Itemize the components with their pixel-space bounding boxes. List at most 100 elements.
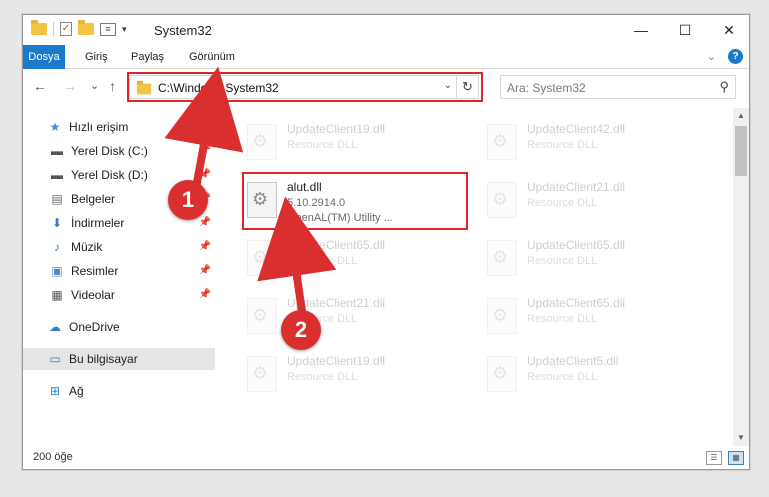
quick-access-toolbar: ✓ ≡ ▾ bbox=[31, 20, 127, 36]
dll-file-icon bbox=[487, 356, 517, 392]
file-description: Resource DLL bbox=[287, 255, 358, 267]
customize-toolbar-icon[interactable]: ≡ bbox=[100, 22, 116, 36]
sidebar-item-label: Yerel Disk (D:) bbox=[71, 168, 148, 182]
pin-icon[interactable]: 📌 bbox=[199, 169, 211, 180]
sidebar-item-label: OneDrive bbox=[69, 320, 120, 334]
sidebar-item-onedrive[interactable]: ☁ OneDrive bbox=[47, 316, 239, 338]
network-icon: ⊞ bbox=[49, 384, 61, 398]
large-icons-view-icon[interactable]: ▦ bbox=[728, 451, 744, 465]
file-list: UpdateClient19.dll Resource DLL UpdateCl… bbox=[235, 108, 733, 446]
dll-file-icon bbox=[487, 298, 517, 334]
navigation-pane: ★ Hızlı erişim ▬ Yerel Disk (C:) 📌 ▬ Yer… bbox=[23, 108, 215, 446]
file-item[interactable]: UpdateClient65.dll Resource DLL bbox=[241, 232, 461, 288]
ribbon-tabs: Dosya Giriş Paylaş Görünüm ⌄ ? bbox=[23, 45, 749, 69]
drive-icon: ▬ bbox=[51, 144, 63, 158]
forward-button[interactable]: → bbox=[63, 78, 77, 94]
expand-ribbon-icon[interactable]: ⌄ bbox=[707, 50, 716, 63]
drive-icon: ▬ bbox=[51, 168, 63, 182]
sidebar-item-label: İndirmeler bbox=[71, 216, 125, 230]
explorer-window: ✓ ≡ ▾ System32 — ☐ ✕ Dosya Giriş Paylaş … bbox=[22, 14, 750, 470]
up-button[interactable]: ↑ bbox=[109, 78, 116, 94]
dll-file-icon bbox=[247, 298, 277, 334]
pin-icon[interactable]: 📌 bbox=[199, 241, 211, 252]
sidebar-item-local-disk-c[interactable]: ▬ Yerel Disk (C:) 📌 bbox=[49, 140, 215, 162]
status-bar: 200 öğe ☰ ▦ bbox=[23, 446, 749, 469]
sidebar-item-label: Belgeler bbox=[71, 192, 116, 206]
file-name: UpdateClient65.dll bbox=[287, 238, 386, 252]
toolbar-divider bbox=[53, 22, 54, 36]
file-name: UpdateClient19.dll bbox=[287, 354, 386, 368]
close-button[interactable]: ✕ bbox=[707, 15, 749, 45]
scroll-thumb[interactable] bbox=[735, 126, 747, 176]
help-icon[interactable]: ? bbox=[728, 49, 743, 64]
file-description: Resource DLL bbox=[527, 139, 598, 151]
file-description: Resource DLL bbox=[527, 371, 598, 383]
navigation-bar: ← → ⌄ ↑ C:\Windows\System32 ⌄ ↻ Ara: Sys… bbox=[23, 70, 749, 104]
file-name: UpdateClient42.dll bbox=[527, 122, 626, 136]
sidebar-item-label: Videolar bbox=[71, 288, 115, 302]
music-icon: ♪ bbox=[54, 240, 60, 254]
file-description: Resource DLL bbox=[527, 197, 598, 209]
sidebar-item-pictures[interactable]: ▣ Resimler 📌 bbox=[49, 260, 215, 282]
file-item[interactable]: UpdateClient19.dll Resource DLL bbox=[241, 348, 461, 404]
sidebar-item-music[interactable]: ♪ Müzik 📌 bbox=[49, 236, 215, 258]
sidebar-item-label: Hızlı erişim bbox=[69, 120, 129, 134]
pin-icon[interactable]: 📌 bbox=[199, 265, 211, 276]
tab-file[interactable]: Dosya bbox=[23, 45, 65, 69]
file-highlight-box bbox=[242, 172, 468, 230]
tab-view[interactable]: Görünüm bbox=[189, 45, 235, 69]
pin-icon[interactable]: 📌 bbox=[199, 145, 211, 156]
dll-file-icon bbox=[487, 182, 517, 218]
pictures-icon: ▣ bbox=[51, 264, 63, 278]
pin-icon[interactable]: 📌 bbox=[199, 289, 211, 300]
file-item[interactable]: UpdateClient21.dll Resource DLL bbox=[481, 174, 701, 230]
vertical-scrollbar[interactable]: ▲ ▼ bbox=[733, 108, 749, 446]
new-folder-icon[interactable] bbox=[78, 20, 94, 35]
sidebar-item-label: Bu bilgisayar bbox=[69, 352, 138, 366]
back-button[interactable]: ← bbox=[33, 78, 47, 94]
file-description: Resource DLL bbox=[287, 371, 358, 383]
file-item[interactable]: UpdateClient21.dll Resource DLL bbox=[241, 290, 461, 346]
document-icon: ▤ bbox=[51, 192, 63, 206]
search-input[interactable]: Ara: System32 ⚲ bbox=[500, 75, 736, 99]
file-item[interactable]: UpdateClient65.dll Resource DLL bbox=[481, 232, 701, 288]
sidebar-item-quick-access[interactable]: ★ Hızlı erişim bbox=[47, 116, 239, 138]
folder-icon bbox=[31, 20, 47, 35]
file-item[interactable]: UpdateClient65.dll Resource DLL bbox=[481, 290, 701, 346]
tab-home[interactable]: Giriş bbox=[85, 45, 108, 69]
computer-icon: ▭ bbox=[49, 352, 61, 366]
sidebar-item-this-pc[interactable]: ▭ Bu bilgisayar bbox=[23, 348, 215, 370]
chevron-down-icon[interactable]: ▾ bbox=[122, 24, 127, 35]
pin-icon[interactable]: 📌 bbox=[199, 217, 211, 228]
star-icon: ★ bbox=[49, 120, 61, 134]
search-placeholder: Ara: System32 bbox=[507, 81, 586, 95]
file-item[interactable]: UpdateClient5.dll Resource DLL bbox=[481, 348, 701, 404]
dll-file-icon bbox=[487, 124, 517, 160]
dll-file-icon bbox=[247, 356, 277, 392]
minimize-button[interactable]: — bbox=[619, 15, 663, 45]
sidebar-item-label: Yerel Disk (C:) bbox=[71, 144, 148, 158]
sidebar-item-videos[interactable]: ▦ Videolar 📌 bbox=[49, 284, 215, 306]
file-description: Resource DLL bbox=[527, 313, 598, 325]
file-name: UpdateClient21.dll bbox=[527, 180, 626, 194]
file-item[interactable]: UpdateClient42.dll Resource DLL bbox=[481, 116, 701, 172]
file-name: UpdateClient65.dll bbox=[527, 238, 626, 252]
recent-locations-button[interactable]: ⌄ bbox=[90, 79, 99, 92]
scroll-down-icon[interactable]: ▼ bbox=[733, 430, 749, 446]
sidebar-item-network[interactable]: ⊞ Ağ bbox=[47, 380, 239, 402]
dll-file-icon bbox=[247, 124, 277, 160]
maximize-button[interactable]: ☐ bbox=[663, 15, 707, 45]
step-badge-2: 2 bbox=[281, 310, 321, 350]
file-name: UpdateClient5.dll bbox=[527, 354, 619, 368]
file-name: UpdateClient65.dll bbox=[527, 296, 626, 310]
scroll-up-icon[interactable]: ▲ bbox=[733, 108, 749, 124]
dll-file-icon bbox=[247, 240, 277, 276]
tab-share[interactable]: Paylaş bbox=[131, 45, 164, 69]
properties-check-icon[interactable]: ✓ bbox=[60, 22, 72, 36]
search-icon[interactable]: ⚲ bbox=[719, 79, 729, 95]
address-highlight-box bbox=[127, 72, 483, 102]
file-name: UpdateClient21.dll bbox=[287, 296, 386, 310]
file-item[interactable]: UpdateClient19.dll Resource DLL bbox=[241, 116, 461, 172]
file-description: Resource DLL bbox=[287, 139, 358, 151]
details-view-icon[interactable]: ☰ bbox=[706, 451, 722, 465]
